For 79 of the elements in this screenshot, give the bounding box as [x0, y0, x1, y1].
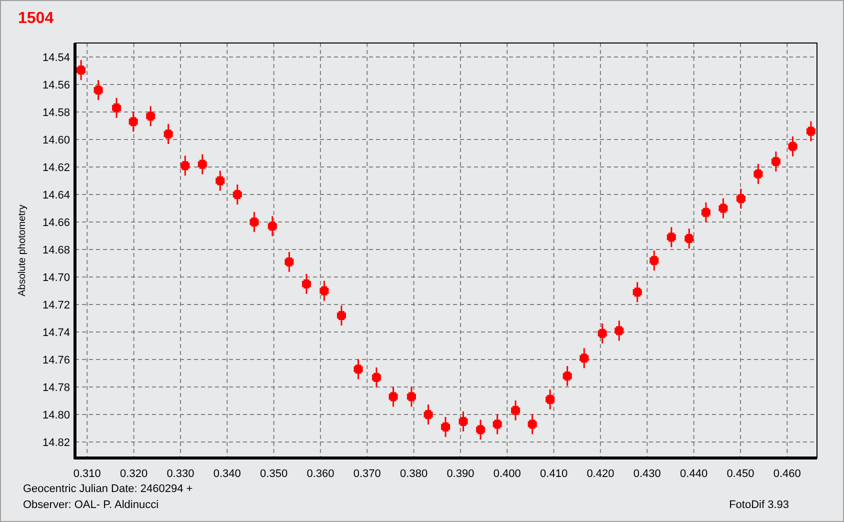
- data-point: [372, 367, 381, 388]
- software-version: FotoDif 3.93: [729, 499, 789, 511]
- data-point: [492, 414, 502, 434]
- data-point: [250, 212, 259, 232]
- data-point: [718, 198, 728, 218]
- data-point: [406, 386, 416, 407]
- data-point: [458, 411, 468, 432]
- data-point: [580, 348, 589, 368]
- data-point: [614, 320, 624, 341]
- data-point: [562, 366, 572, 386]
- y-tick-label: 14.54: [42, 52, 70, 64]
- x-tick-label: 0.440: [680, 468, 708, 480]
- data-point: [754, 164, 763, 184]
- data-point: [146, 106, 156, 126]
- data-point: [771, 152, 780, 172]
- data-point: [684, 228, 694, 249]
- data-point: [336, 306, 346, 326]
- y-tick-label: 14.68: [42, 244, 70, 257]
- y-tick-label: 14.80: [42, 410, 70, 422]
- data-point: [650, 250, 659, 271]
- x-tick-label: 0.430: [633, 468, 661, 480]
- y-tick-label: 14.56: [42, 80, 70, 92]
- observer-caption: Observer: OAL- P. Aldinucci: [23, 499, 160, 511]
- y-tick-label: 14.72: [42, 300, 70, 312]
- y-tick-label: 14.58: [42, 107, 70, 120]
- x-tick-label: 0.380: [400, 468, 428, 480]
- x-tick-label: 0.390: [446, 468, 474, 480]
- chart-title: 1504: [17, 9, 55, 29]
- x-tick-label: 0.450: [726, 468, 754, 480]
- y-tick-label: 14.66: [42, 217, 70, 230]
- data-point: [198, 154, 207, 174]
- y-tick-label: 14.60: [42, 134, 70, 147]
- data-point: [528, 414, 537, 434]
- data-point: [806, 121, 816, 142]
- y-axis-label: Absolute photometry: [17, 204, 28, 296]
- x-tick-label: 0.370: [353, 468, 381, 480]
- x-tick-label: 0.360: [306, 468, 334, 480]
- data-point: [546, 389, 555, 410]
- x-tick-label: 0.400: [493, 468, 521, 480]
- data-point: [232, 184, 242, 205]
- data-point: [112, 98, 122, 118]
- x-tick-label: 0.310: [73, 468, 101, 480]
- data-point: [598, 323, 607, 344]
- x-tick-label: 0.420: [586, 468, 614, 480]
- x-tick-label: 0.340: [213, 468, 241, 480]
- data-point: [320, 280, 329, 301]
- data-point: [180, 156, 190, 176]
- data-point: [666, 227, 676, 248]
- y-tick-label: 14.64: [42, 190, 70, 202]
- data-point: [76, 60, 86, 80]
- data-point: [388, 386, 398, 407]
- x-tick-label: 0.410: [540, 468, 568, 480]
- data-point: [164, 124, 173, 144]
- data-point: [128, 112, 138, 132]
- data-point: [736, 188, 746, 209]
- data-point: [511, 400, 520, 420]
- data-point: [632, 282, 642, 302]
- y-tick-label: 14.76: [42, 354, 70, 367]
- data-point: [701, 202, 710, 222]
- x-tick-label: 0.320: [120, 468, 148, 480]
- data-point: [424, 404, 433, 425]
- data-point: [476, 420, 486, 440]
- date-caption: Geocentric Julian Date: 2460294 +: [23, 483, 193, 495]
- data-point: [94, 80, 103, 100]
- y-tick-label: 14.82: [42, 437, 70, 450]
- y-tick-label: 14.62: [42, 162, 70, 174]
- data-point: [354, 359, 363, 380]
- data-point: [788, 136, 798, 156]
- x-tick-label: 0.460: [773, 468, 801, 480]
- data-point: [441, 416, 450, 437]
- y-tick-label: 14.70: [42, 272, 70, 284]
- data-point: [284, 252, 294, 272]
- data-point: [302, 274, 311, 294]
- y-tick-label: 14.78: [42, 382, 70, 394]
- y-tick-label: 14.74: [42, 327, 70, 340]
- x-tick-label: 0.350: [260, 468, 288, 480]
- data-point: [268, 216, 277, 236]
- x-tick-label: 0.330: [166, 468, 194, 480]
- data-point: [216, 170, 225, 191]
